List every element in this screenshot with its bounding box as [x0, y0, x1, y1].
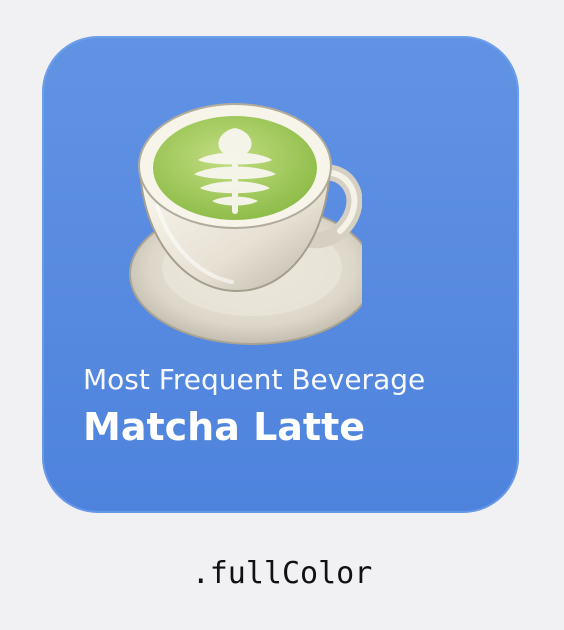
widget-subtitle: Most Frequent Beverage	[83, 363, 426, 396]
widget-title: Matcha Latte	[83, 405, 366, 449]
variant-label: .fullColor	[191, 556, 373, 591]
matcha-latte-cup-icon	[102, 86, 362, 346]
widget-card[interactable]: Most Frequent Beverage Matcha Latte	[42, 36, 519, 513]
widget-caption: Most Frequent Beverage Matcha Latte	[83, 363, 426, 449]
